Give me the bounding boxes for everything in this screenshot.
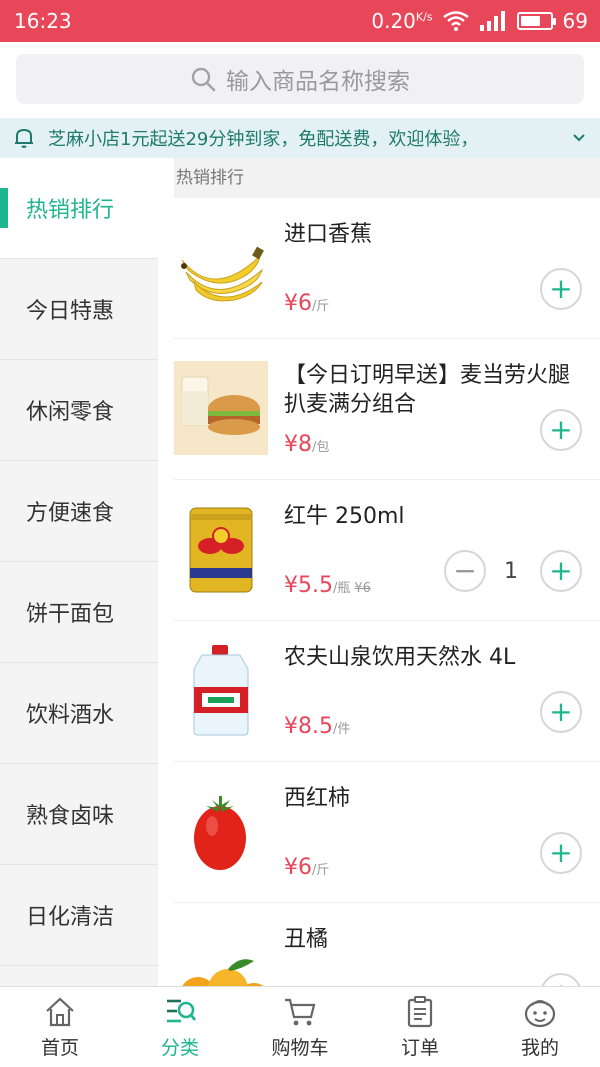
chevron-down-icon[interactable]	[572, 133, 586, 143]
sidebar-item-label: 饼干面包	[26, 602, 115, 627]
search-input[interactable]: 输入商品名称搜索	[16, 54, 584, 104]
redbull-can-image	[189, 507, 253, 593]
sidebar-item-deals[interactable]: 今日特惠	[0, 259, 158, 360]
tab-label: 我的	[520, 1036, 559, 1059]
product-price: ¥6/斤	[284, 291, 330, 316]
status-bar: 16:23 0.20K/s 69	[0, 0, 600, 42]
product-item[interactable]: 红牛 250ml ¥5.5/瓶 ¥6 − 1 +	[174, 480, 600, 621]
water-bottle-image	[193, 645, 249, 736]
product-name: 【今日订明早送】麦当劳火腿扒麦满分组合	[284, 363, 571, 417]
category-icon	[167, 999, 197, 1022]
sidebar-item-label: 日化清洁	[26, 905, 115, 930]
tomato-image	[194, 796, 246, 870]
product-price: ¥6/斤	[284, 855, 330, 880]
sidebar-item-deli[interactable]: 熟食卤味	[0, 764, 158, 865]
quantity-value: 1	[504, 559, 518, 584]
notice-bar[interactable]: 芝麻小店1元起送29分钟到家，免配送费，欢迎体验，	[0, 118, 600, 158]
bell-icon	[15, 128, 33, 148]
product-item[interactable]: 【今日订明早送】麦当劳火腿扒麦满分组合 ¥8/包 +	[174, 339, 600, 480]
home-icon	[46, 997, 74, 1026]
add-to-cart-button[interactable]: +	[540, 550, 582, 592]
sidebar-item-cleaning[interactable]: 日化清洁	[0, 865, 158, 966]
section-title: 热销排行	[174, 158, 600, 198]
product-price: ¥5.5/瓶 ¥6	[284, 573, 371, 598]
add-to-cart-button[interactable]: +	[540, 268, 582, 310]
profile-icon	[524, 999, 556, 1027]
tab-cart[interactable]: 购物车	[240, 987, 360, 1067]
cart-icon	[285, 998, 316, 1025]
add-to-cart-button[interactable]: +	[540, 973, 582, 986]
tab-orders[interactable]: 订单	[360, 987, 480, 1067]
product-price: ¥8.5/件	[284, 714, 351, 739]
tab-category[interactable]: 分类	[120, 987, 240, 1067]
product-name: 丑橘	[284, 927, 329, 952]
product-name: 进口香蕉	[284, 222, 373, 247]
sidebar-item-bakery[interactable]: 饼干面包	[0, 562, 158, 663]
sidebar-item-snacks[interactable]: 休闲零食	[0, 360, 158, 461]
battery-icon	[516, 12, 556, 30]
wifi-icon	[442, 11, 469, 31]
sidebar-item-hot[interactable]: 热销排行	[0, 158, 158, 259]
sidebar-item-drinks[interactable]: 饮料酒水	[0, 663, 158, 764]
notice-text: 芝麻小店1元起送29分钟到家，免配送费，欢迎体验，	[48, 129, 479, 150]
product-price: ¥8/包	[284, 432, 330, 457]
sidebar-item-label: 方便速食	[26, 501, 115, 526]
search-icon	[191, 67, 216, 92]
product-item[interactable]: 西红柿 ¥6/斤 +	[174, 762, 600, 903]
product-item[interactable]: 农夫山泉饮用天然水 4L ¥8.5/件 +	[174, 621, 600, 762]
sidebar-item-label: 今日特惠	[26, 299, 115, 324]
product-item[interactable]: 丑橘 +	[174, 903, 600, 986]
decrease-quantity-button[interactable]: −	[444, 550, 486, 592]
signal-icon	[479, 11, 505, 31]
tab-label: 分类	[160, 1036, 199, 1059]
tangerine-image	[182, 959, 264, 986]
add-to-cart-button[interactable]: +	[540, 832, 582, 874]
search-bar: 输入商品名称搜索	[0, 42, 600, 118]
network-speed: 0.20K/s	[371, 9, 433, 33]
tab-label: 首页	[40, 1036, 79, 1059]
sidebar-item-instant-food[interactable]: 方便速食	[0, 461, 158, 562]
sidebar-item-label: 热销排行	[26, 198, 115, 223]
tab-home[interactable]: 首页	[0, 987, 120, 1067]
category-sidebar: 热销排行 今日特惠 休闲零食 方便速食 饼干面包 饮料酒水 熟食卤味 日化清洁	[0, 158, 158, 986]
product-item[interactable]: 进口香蕉 ¥6/斤 +	[174, 198, 600, 339]
product-list: 热销排行 进口香蕉 ¥6/斤 + 【今日订明早送】麦当劳火腿扒麦满分组合 ¥8/…	[174, 158, 600, 986]
tab-label: 订单	[400, 1036, 439, 1059]
sidebar-item-label: 休闲零食	[26, 400, 115, 425]
sidebar-item-label: 饮料酒水	[26, 703, 115, 728]
burger-combo-image	[174, 361, 268, 455]
tab-label: 购物车	[271, 1036, 329, 1059]
product-name: 红牛 250ml	[284, 504, 405, 529]
product-name: 西红柿	[284, 786, 351, 811]
sidebar-item-label: 熟食卤味	[26, 804, 115, 829]
battery-percent: 69	[562, 9, 588, 33]
product-name: 农夫山泉饮用天然水 4L	[284, 645, 516, 670]
banana-image	[181, 246, 264, 302]
add-to-cart-button[interactable]: +	[540, 409, 582, 451]
add-to-cart-button[interactable]: +	[540, 691, 582, 733]
order-icon	[407, 995, 433, 1027]
status-time: 16:23	[14, 9, 72, 33]
tab-profile[interactable]: 我的	[480, 987, 600, 1067]
bottom-tab-bar: 首页 分类 购物车 订单 我的	[0, 986, 600, 1067]
search-placeholder: 输入商品名称搜索	[226, 69, 410, 95]
